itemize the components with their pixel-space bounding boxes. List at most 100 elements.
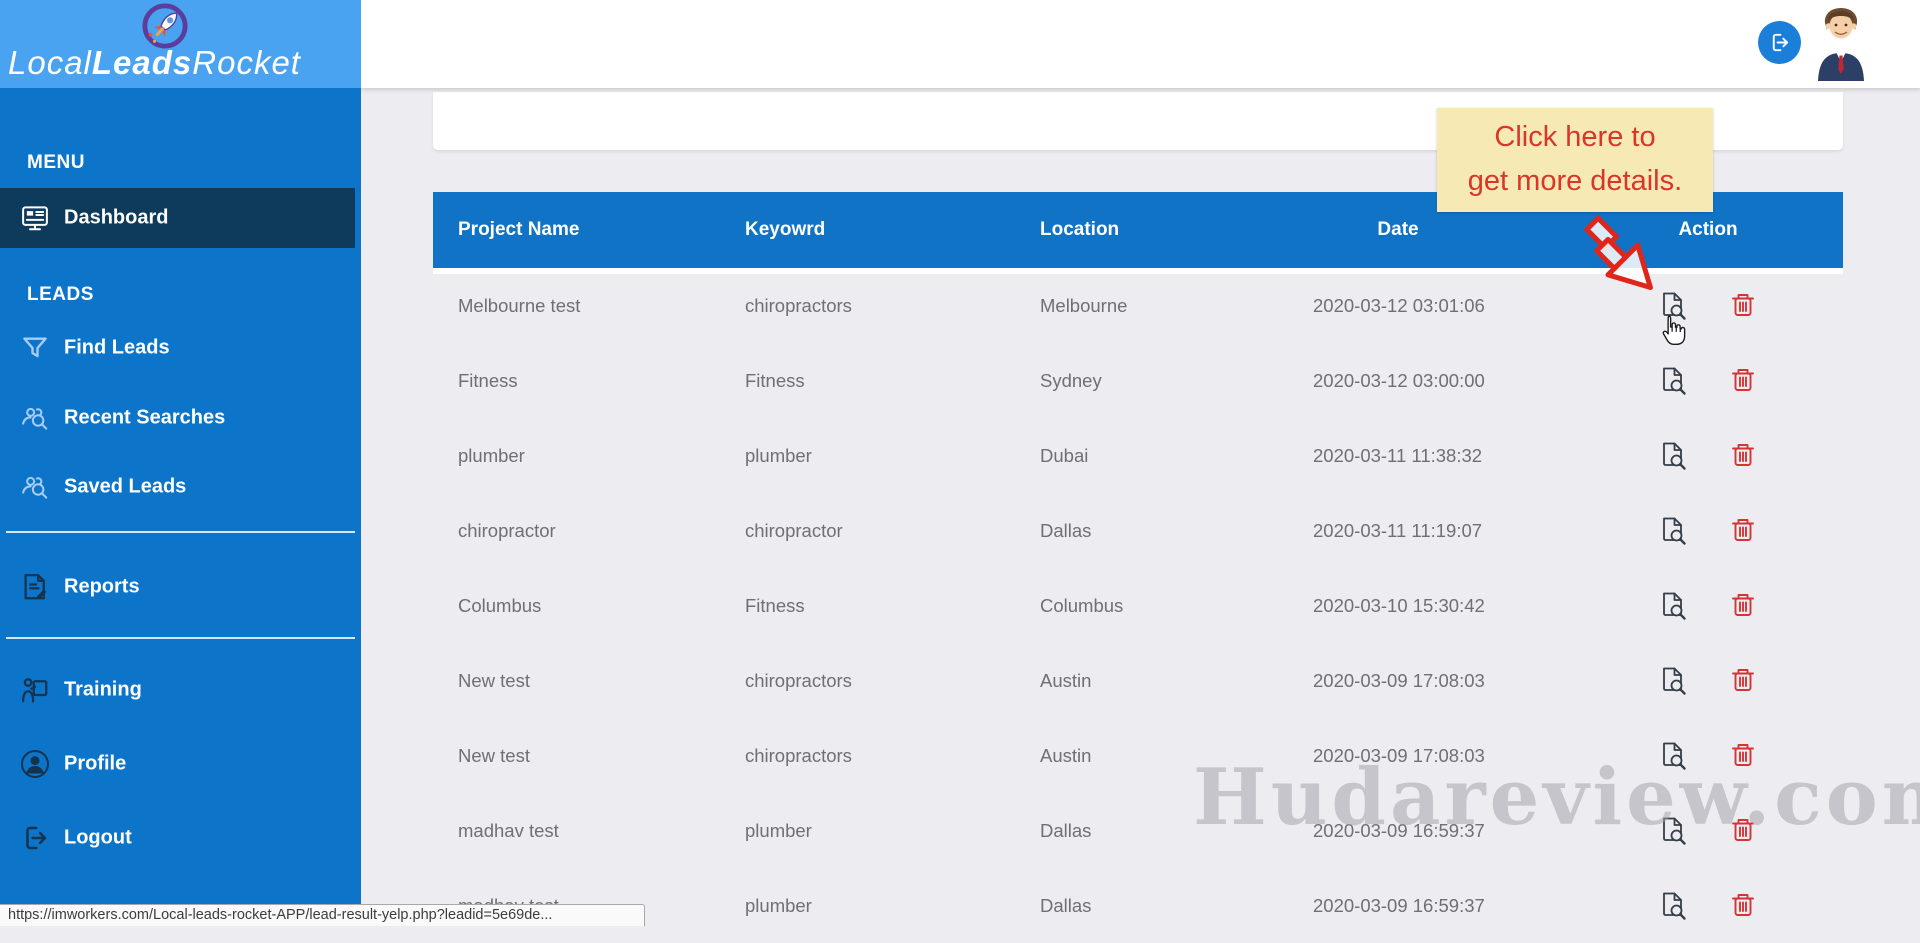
sidebar-item-find-leads[interactable]: Find Leads [0,318,355,378]
view-details-button[interactable] [1659,741,1687,771]
view-details-button[interactable] [1659,816,1687,846]
rocket-logo-icon [142,3,188,49]
view-details-button[interactable] [1659,366,1687,396]
report-document-icon [20,572,50,602]
cell-keyword: plumber [745,894,812,916]
cell-location: Sydney [1040,369,1102,391]
delete-button[interactable] [1729,741,1757,771]
cell-date: 2020-03-09 17:08:03 [1313,744,1485,766]
sidebar-divider [6,637,355,639]
cell-location: Dubai [1040,444,1089,466]
sidebar-item-training[interactable]: Training [0,660,355,720]
table-row: Melbourne test chiropractors Melbourne 2… [433,268,1843,343]
cell-keyword: plumber [745,444,812,466]
logout-button[interactable] [1758,21,1801,64]
cell-date: 2020-03-09 16:59:37 [1313,894,1485,916]
cell-project-name: Melbourne test [458,294,581,316]
profile-icon [20,749,50,779]
cell-project-name: plumber [458,444,525,466]
sidebar-item-label: Saved Leads [64,475,187,498]
browser-status-bar: https://imworkers.com/Local-leads-rocket… [0,904,645,926]
dashboard-icon [20,203,50,233]
delete-button[interactable] [1729,591,1757,621]
view-details-button[interactable] [1659,516,1687,546]
column-header-location: Location [1040,219,1120,240]
sidebar-item-label: Reports [64,575,140,598]
tooltip-line-2: get more details. [1467,165,1683,197]
cell-project-name: madhav test [458,819,559,841]
column-header-project: Project Name [458,219,580,240]
sidebar-item-recent-searches[interactable]: Recent Searches [0,388,355,448]
cell-date: 2020-03-09 16:59:37 [1313,819,1485,841]
delete-button[interactable] [1729,891,1757,921]
sidebar-item-saved-leads[interactable]: Saved Leads [0,457,355,517]
cell-keyword: chiropractors [745,294,852,316]
sidebar-item-profile[interactable]: Profile [0,734,355,794]
sidebar-item-dashboard[interactable]: Dashboard [0,188,355,248]
sidebar-divider [6,531,355,533]
sidebar-item-label: Profile [64,752,127,775]
cell-date: 2020-03-11 11:38:32 [1313,444,1483,466]
tooltip-line-1: Click here to [1494,121,1656,153]
sidebar-heading-leads: LEADS [27,284,94,305]
column-header-keyword: Keyowrd [745,219,826,240]
cell-keyword: chiropractors [745,744,852,766]
sidebar-item-reports[interactable]: Reports [0,557,355,617]
sidebar: LocalLeadsRocket MENU Dashboard LEADS Fi… [0,0,361,926]
sidebar-item-label: Find Leads [64,336,170,359]
sidebar-item-logout[interactable]: Logout [0,808,355,868]
logout-icon [20,823,50,853]
sidebar-heading-menu: MENU [27,152,85,173]
sidebar-item-label: Training [64,678,142,701]
cell-keyword: Fitness [745,594,805,616]
delete-button[interactable] [1729,441,1757,471]
cell-location: Dallas [1040,894,1092,916]
view-details-button[interactable] [1659,891,1687,921]
delete-button[interactable] [1729,516,1757,546]
user-avatar[interactable] [1814,7,1868,81]
view-details-button[interactable] [1659,441,1687,471]
delete-button[interactable] [1729,666,1757,696]
delete-button[interactable] [1729,816,1757,846]
top-bar [361,0,1920,88]
table-row: Columbus Fitness Columbus 2020-03-10 15:… [433,568,1843,643]
annotation-tooltip: Click here to get more details. [1437,108,1713,212]
cell-date: 2020-03-11 11:19:07 [1313,519,1483,541]
cell-project-name: Fitness [458,369,518,391]
column-header-date: Date [1377,219,1419,240]
cell-keyword: Fitness [745,369,805,391]
table-row: Fitness Fitness Sydney 2020-03-12 03:00:… [433,343,1843,418]
sidebar-item-label: Recent Searches [64,406,226,429]
sidebar-item-label: Logout [64,826,132,849]
funnel-icon [20,333,50,363]
cell-location: Melbourne [1040,294,1128,316]
delete-button[interactable] [1729,291,1757,321]
logo-band: LocalLeadsRocket [0,0,361,88]
delete-button[interactable] [1729,366,1757,396]
logout-icon [1772,33,1789,52]
cell-project-name: New test [458,744,530,766]
brand-wordmark: LocalLeadsRocket [8,44,301,81]
cell-location: Columbus [1040,594,1124,616]
cell-location: Austin [1040,669,1092,691]
table-row: chiropractor chiropractor Dallas 2020-03… [433,493,1843,568]
cell-date: 2020-03-10 15:30:42 [1313,594,1485,616]
cell-date: 2020-03-12 03:00:00 [1313,369,1485,391]
table-row: madhav test plumber Dallas 2020-03-09 16… [433,793,1843,868]
view-details-button[interactable] [1659,291,1687,321]
column-header-action: Action [1678,219,1738,240]
cell-location: Dallas [1040,819,1092,841]
cell-location: Austin [1040,744,1092,766]
cell-location: Dallas [1040,519,1092,541]
cell-project-name: Columbus [458,594,542,616]
users-search-icon [20,472,50,502]
view-details-button[interactable] [1659,591,1687,621]
table-row: New test chiropractors Austin 2020-03-09… [433,643,1843,718]
cell-date: 2020-03-09 17:08:03 [1313,669,1485,691]
cell-project-name: chiropractor [458,519,556,541]
view-details-button[interactable] [1659,666,1687,696]
sidebar-item-label: Dashboard [64,206,169,229]
cell-keyword: chiropractor [745,519,843,541]
cell-date: 2020-03-12 03:01:06 [1313,294,1485,316]
table-row: New test chiropractors Austin 2020-03-09… [433,718,1843,793]
